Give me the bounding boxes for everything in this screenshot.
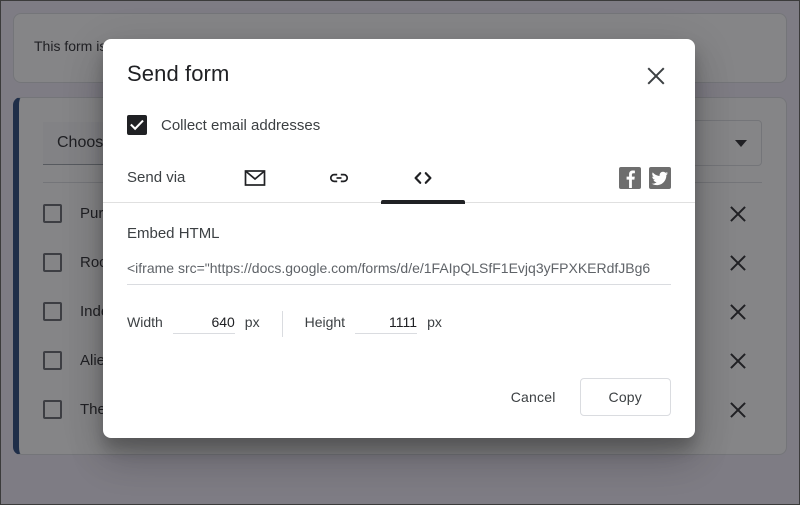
send-via-tabs: Send via	[103, 153, 695, 204]
link-icon	[330, 173, 348, 182]
social-share-group	[619, 166, 671, 189]
width-group: Width 640 px	[127, 314, 260, 334]
code-icon	[414, 171, 432, 184]
send-via-label: Send via	[127, 169, 186, 186]
tab-send-link[interactable]	[297, 153, 381, 203]
collect-email-row[interactable]: Collect email addresses	[103, 89, 695, 135]
embed-dimensions-row: Width 640 px Height 1111 px	[127, 311, 671, 337]
height-group: Height 1111 px	[305, 314, 442, 334]
width-input[interactable]: 640	[172, 314, 235, 334]
embed-html-section: Embed HTML <iframe src="https://docs.goo…	[103, 203, 695, 378]
close-icon[interactable]	[643, 63, 669, 89]
collect-email-checkbox[interactable]	[127, 115, 147, 135]
tab-send-email[interactable]	[213, 153, 297, 203]
width-label: Width	[127, 314, 163, 330]
screenshot-root: This form is automatically collecting em…	[0, 0, 800, 505]
dialog-footer: Cancel Copy	[103, 378, 695, 438]
dialog-header: Send form	[103, 39, 695, 89]
cancel-button[interactable]: Cancel	[497, 379, 570, 415]
copy-button[interactable]: Copy	[579, 378, 671, 416]
collect-email-label: Collect email addresses	[161, 116, 321, 134]
twitter-glyph	[651, 171, 668, 185]
height-unit: px	[427, 314, 442, 330]
facebook-icon[interactable]	[619, 166, 641, 189]
tab-embed-html[interactable]	[381, 153, 465, 204]
check-icon	[130, 119, 144, 131]
send-form-dialog: Send form Collect email addresses Send v…	[103, 39, 695, 438]
embed-html-input[interactable]: <iframe src="https://docs.google.com/for…	[127, 260, 671, 285]
width-unit: px	[244, 314, 260, 330]
facebook-glyph	[626, 169, 635, 188]
height-input[interactable]: 1111	[355, 314, 418, 334]
dialog-title: Send form	[127, 61, 230, 86]
height-label: Height	[304, 314, 346, 330]
embed-html-title: Embed HTML	[127, 225, 220, 242]
envelope-icon	[244, 169, 266, 186]
twitter-icon[interactable]	[649, 166, 671, 189]
divider	[281, 311, 283, 337]
